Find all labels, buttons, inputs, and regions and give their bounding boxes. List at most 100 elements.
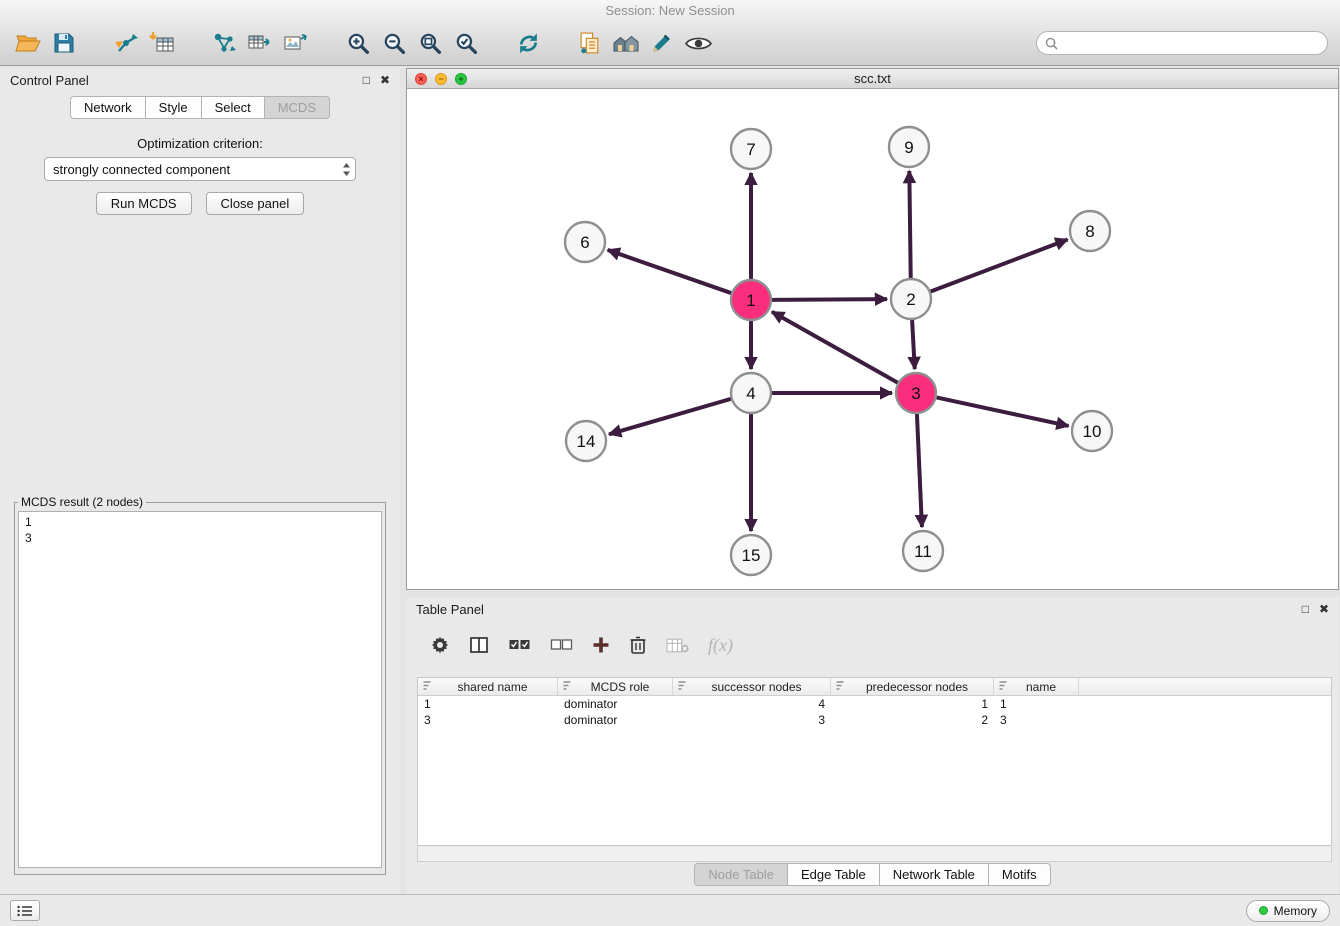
tab-network-table[interactable]: Network Table bbox=[879, 863, 988, 886]
close-window-icon[interactable]: × bbox=[415, 73, 427, 85]
control-panel: Control Panel □ ✖ NetworkStyleSelectMCDS… bbox=[0, 68, 400, 894]
minimize-window-icon[interactable]: − bbox=[435, 73, 447, 85]
close-table-panel-icon[interactable]: ✖ bbox=[1319, 603, 1329, 615]
edge-1-2[interactable] bbox=[772, 299, 887, 300]
list-icon bbox=[17, 905, 33, 917]
add-column-button[interactable] bbox=[592, 636, 610, 654]
column-header-shared-name[interactable]: shared name bbox=[418, 678, 558, 695]
network-overview-button[interactable] bbox=[608, 25, 644, 61]
zoom-fit-icon bbox=[418, 31, 443, 56]
save-floppy-icon bbox=[52, 31, 76, 55]
export-image-button[interactable] bbox=[278, 25, 314, 61]
table-tabs: Node TableEdge TableNetwork TableMotifs bbox=[406, 863, 1339, 886]
table-row[interactable]: 1dominator411 bbox=[418, 696, 1331, 712]
show-panels-button[interactable] bbox=[10, 900, 40, 921]
node-label-15: 15 bbox=[742, 546, 761, 565]
tab-node-table[interactable]: Node Table bbox=[694, 863, 787, 886]
edge-2-3[interactable] bbox=[912, 320, 915, 369]
network-snapshot-button[interactable] bbox=[572, 25, 608, 61]
node-label-7: 7 bbox=[746, 140, 755, 159]
tab-motifs[interactable]: Motifs bbox=[988, 863, 1051, 886]
column-header-label: MCDS role bbox=[572, 680, 668, 694]
cell-successor-nodes[interactable]: 3 bbox=[673, 712, 831, 728]
column-chooser-button[interactable] bbox=[469, 635, 489, 655]
tab-network[interactable]: Network bbox=[70, 96, 145, 119]
tab-style[interactable]: Style bbox=[145, 96, 201, 119]
table-row[interactable]: 3dominator323 bbox=[418, 712, 1331, 728]
cell-shared-name[interactable]: 3 bbox=[418, 712, 558, 728]
zoom-fit-button[interactable] bbox=[412, 25, 448, 61]
delete-table-button[interactable] bbox=[666, 637, 689, 654]
tab-edge-table[interactable]: Edge Table bbox=[787, 863, 879, 886]
column-header-label: name bbox=[1008, 680, 1074, 694]
edge-3-10[interactable] bbox=[937, 397, 1069, 426]
refresh-layout-button[interactable] bbox=[510, 25, 546, 61]
first-neighbors-button[interactable] bbox=[206, 25, 242, 61]
graphics-details-button[interactable] bbox=[680, 25, 716, 61]
cell-predecessor-nodes[interactable]: 2 bbox=[831, 712, 994, 728]
zoom-selected-icon bbox=[454, 31, 479, 56]
cell-name[interactable]: 3 bbox=[994, 712, 1079, 728]
edge-1-6[interactable] bbox=[608, 250, 732, 293]
home-houses-icon bbox=[613, 31, 640, 55]
cell-shared-name[interactable]: 1 bbox=[418, 696, 558, 712]
close-panel-icon[interactable]: ✖ bbox=[380, 74, 390, 86]
criterion-select[interactable]: strongly connected component bbox=[44, 157, 356, 181]
select-all-columns-button[interactable] bbox=[508, 638, 531, 652]
zoom-in-button[interactable] bbox=[340, 25, 376, 61]
edge-2-8[interactable] bbox=[931, 240, 1068, 292]
table-settings-button[interactable] bbox=[430, 635, 450, 655]
zoom-out-button[interactable] bbox=[376, 25, 412, 61]
delete-column-button[interactable] bbox=[629, 635, 647, 655]
deselect-all-icon bbox=[550, 638, 573, 652]
tab-mcds[interactable]: MCDS bbox=[264, 96, 330, 119]
column-header-mcds-role[interactable]: MCDS role bbox=[558, 678, 673, 695]
snapshot-pages-icon bbox=[578, 31, 603, 56]
mcds-result-item[interactable]: 3 bbox=[25, 530, 375, 546]
column-header-filler bbox=[1079, 678, 1331, 695]
network-window-titlebar: × − + scc.txt bbox=[407, 69, 1338, 89]
edge-3-1[interactable] bbox=[772, 312, 898, 383]
cell-successor-nodes[interactable]: 4 bbox=[673, 696, 831, 712]
open-session-button[interactable] bbox=[10, 25, 46, 61]
close-panel-button[interactable]: Close panel bbox=[206, 192, 305, 215]
import-table-button[interactable] bbox=[144, 25, 180, 61]
cell-name[interactable]: 1 bbox=[994, 696, 1079, 712]
memory-label: Memory bbox=[1274, 904, 1317, 918]
cell-predecessor-nodes[interactable]: 1 bbox=[831, 696, 994, 712]
import-network-button[interactable] bbox=[108, 25, 144, 61]
fx-icon: f(x) bbox=[708, 635, 733, 656]
open-folder-icon bbox=[15, 31, 42, 55]
edge-2-9[interactable] bbox=[909, 171, 910, 278]
column-header-successor-nodes[interactable]: successor nodes bbox=[673, 678, 831, 695]
cell-mcds-role[interactable]: dominator bbox=[558, 696, 673, 712]
memory-button[interactable]: Memory bbox=[1246, 900, 1330, 922]
run-mcds-button[interactable]: Run MCDS bbox=[96, 192, 192, 215]
control-panel-header: Control Panel □ ✖ bbox=[0, 68, 400, 92]
zoom-selected-button[interactable] bbox=[448, 25, 484, 61]
network-window-title: scc.txt bbox=[407, 71, 1338, 86]
network-graph[interactable]: 7968124314101511 bbox=[407, 89, 1338, 589]
delete-table-icon bbox=[666, 637, 689, 654]
search-input[interactable] bbox=[1063, 36, 1319, 51]
function-builder-button[interactable]: f(x) bbox=[708, 635, 733, 656]
export-table-button[interactable] bbox=[242, 25, 278, 61]
float-table-panel-icon[interactable]: □ bbox=[1302, 603, 1309, 615]
column-header-predecessor-nodes[interactable]: predecessor nodes bbox=[831, 678, 994, 695]
maximize-window-icon[interactable]: + bbox=[455, 73, 467, 85]
edge-3-11[interactable] bbox=[917, 414, 922, 527]
annotation-brush-button[interactable] bbox=[644, 25, 680, 61]
search-field[interactable] bbox=[1036, 31, 1328, 55]
table-horizontal-scrollbar[interactable] bbox=[417, 847, 1332, 862]
save-session-button[interactable] bbox=[46, 25, 82, 61]
float-panel-icon[interactable]: □ bbox=[363, 74, 370, 86]
cell-mcds-role[interactable]: dominator bbox=[558, 712, 673, 728]
memory-status-dot bbox=[1259, 906, 1268, 915]
edge-4-14[interactable] bbox=[609, 399, 731, 434]
mcds-result-item[interactable]: 1 bbox=[25, 514, 375, 530]
deselect-all-columns-button[interactable] bbox=[550, 638, 573, 652]
criterion-selected-value: strongly connected component bbox=[53, 162, 230, 177]
tab-select[interactable]: Select bbox=[201, 96, 264, 119]
column-header-name[interactable]: name bbox=[994, 678, 1079, 695]
mcds-result-list[interactable]: 13 bbox=[18, 511, 382, 868]
